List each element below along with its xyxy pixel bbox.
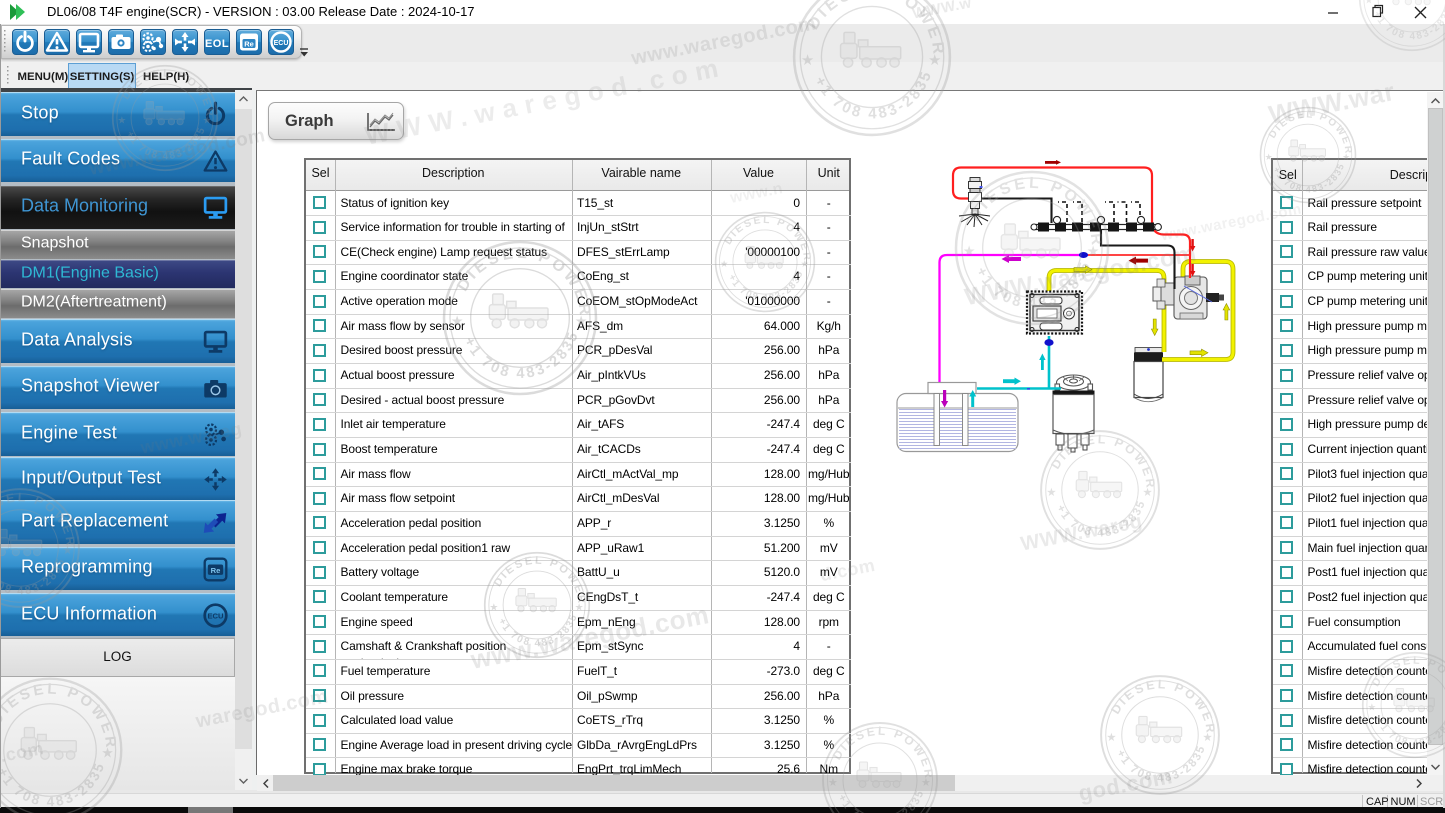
svg-text:ECU: ECU [274,40,289,47]
svg-text:Re: Re [211,566,221,575]
svg-text:ECU: ECU [207,611,224,620]
svg-text:Re: Re [244,39,254,48]
svg-text:EOL: EOL [205,38,229,50]
